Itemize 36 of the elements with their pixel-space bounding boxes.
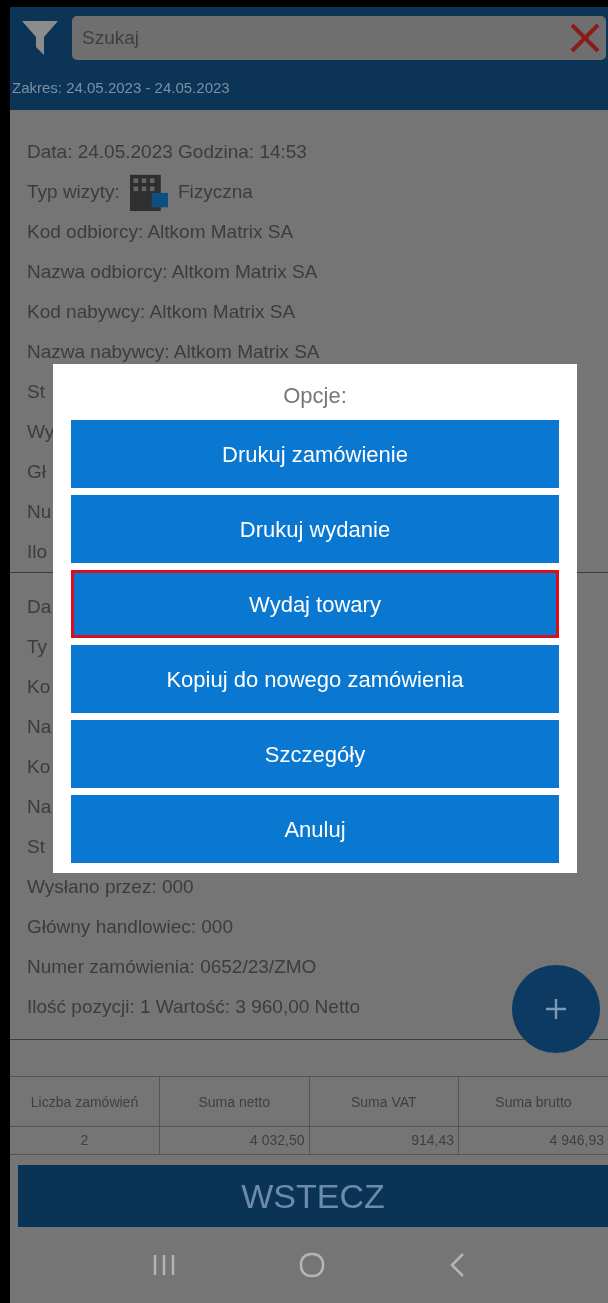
order-detail: Gł <box>27 459 46 484</box>
option-button[interactable]: Kopiuj do nowego zamówienia <box>71 645 559 713</box>
option-button[interactable]: Wydaj towary <box>71 570 559 638</box>
option-button[interactable]: Drukuj wydanie <box>71 495 559 563</box>
order-detail: Numer zamówienia: 0652/23/ZMO <box>27 954 317 979</box>
dialog-title: Opcje: <box>283 381 347 410</box>
option-button[interactable]: Drukuj zamówienie <box>71 420 559 488</box>
order-detail: Główny handlowiec: 000 <box>27 914 233 939</box>
filter-icon[interactable] <box>20 19 60 57</box>
order-detail: Ko <box>27 754 51 779</box>
order-detail: St <box>27 379 45 404</box>
order-detail: Na <box>27 714 52 739</box>
order-detail: Wy <box>27 419 55 444</box>
order-detail: Data: 24.05.2023 Godzina: 14:53 <box>27 139 307 164</box>
order-detail: Da <box>27 594 52 619</box>
date-range: Zakres: 24.05.2023 - 24.05.2023 <box>12 78 230 99</box>
visit-type-label: Typ wizyty: <box>27 179 120 204</box>
plus-icon <box>544 997 568 1021</box>
visit-type-value: Fizyczna <box>177 179 253 204</box>
order-detail: Na <box>27 794 52 819</box>
order-detail: Nazwa odbiorcy: Altkom Matrix SA <box>27 259 318 284</box>
order-detail: Ilość pozycji: 1 Wartość: 3 960,00 Netto <box>27 994 360 1019</box>
order-detail: Nazwa nabywcy: Altkom Matrix SA <box>27 339 320 364</box>
order-detail: Ty <box>27 634 48 659</box>
order-detail: Kod odbiorcy: Altkom Matrix SA <box>27 219 294 244</box>
back-button[interactable]: WSTECZ <box>18 1165 608 1227</box>
order-detail: Ilo <box>27 539 48 564</box>
order-detail: Kod nabywcy: Altkom Matrix SA <box>27 299 296 324</box>
close-icon[interactable] <box>568 21 602 55</box>
order-detail: Nu <box>27 499 52 524</box>
order-detail: Ko <box>27 674 51 699</box>
home-icon[interactable] <box>298 1251 326 1279</box>
order-detail: St <box>27 834 45 859</box>
option-button[interactable]: Anuluj <box>71 795 559 863</box>
order-detail: Wysłano przez: 000 <box>27 874 194 899</box>
option-button[interactable]: Szczegóły <box>71 720 559 788</box>
